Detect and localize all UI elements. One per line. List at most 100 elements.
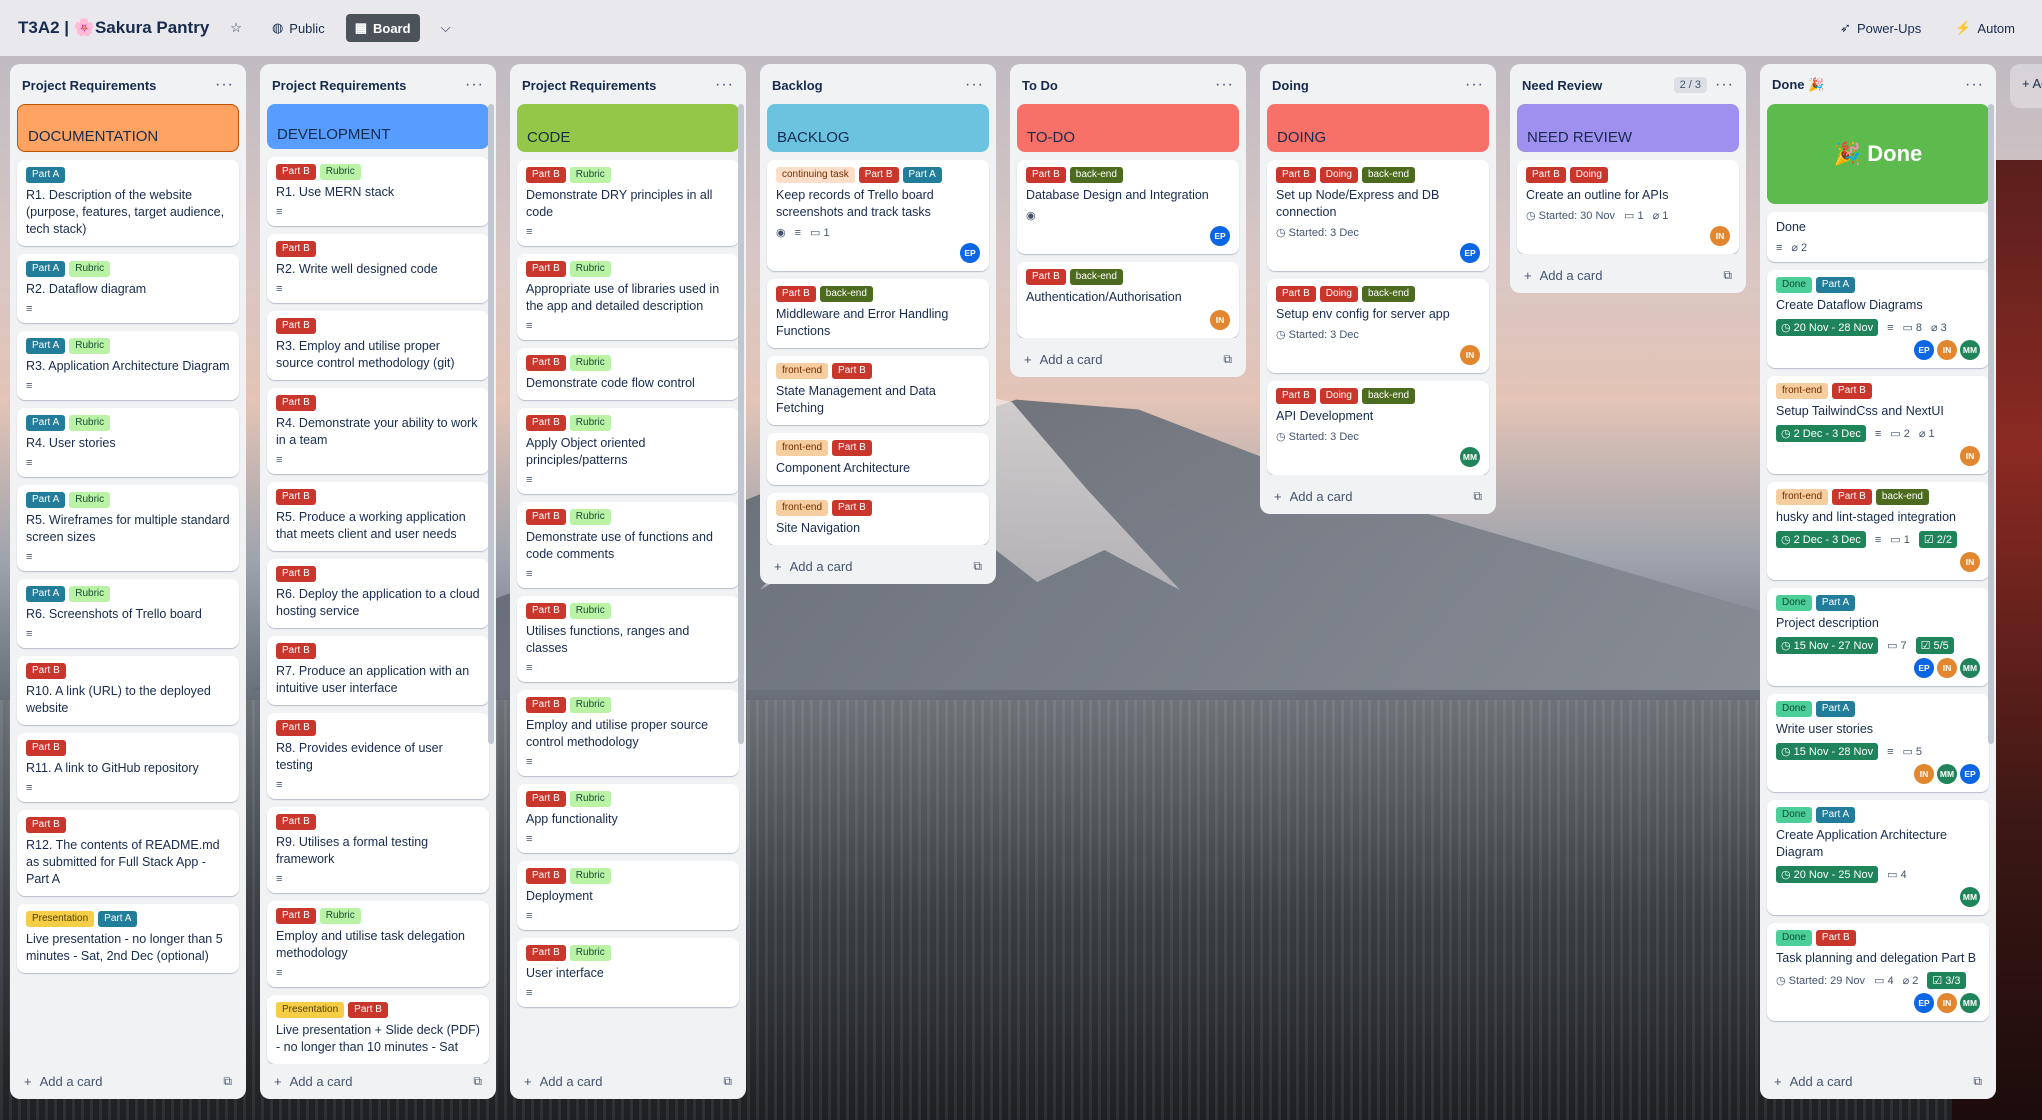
card-r2-dataflow-diagram[interactable]: Part A Rubric R2. Dataflow diagram ≡	[17, 254, 239, 323]
label-part-a[interactable]: Part A	[1815, 807, 1856, 823]
due-date-badge[interactable]: ◷ 2 Dec - 3 Dec	[1776, 531, 1866, 548]
avatar-in[interactable]: IN	[1960, 446, 1980, 466]
label-front-end[interactable]: front-end	[1776, 383, 1829, 399]
list-menu-icon[interactable]: ···	[1215, 76, 1234, 94]
avatar-ep[interactable]: EP	[1460, 243, 1480, 263]
label-part-b[interactable]: Part B	[276, 395, 316, 411]
label-part-b[interactable]: Part B	[1276, 286, 1316, 302]
list-title[interactable]: Done 🎉	[1772, 77, 1965, 93]
label-doing[interactable]: Doing	[1569, 167, 1608, 183]
card-live-presentation-no-longer-than-5-minut[interactable]: Presentation Part A Live presentation - no…	[17, 904, 239, 973]
label-back-end[interactable]: back-end	[1875, 489, 1929, 505]
card-deployment[interactable]: Part B Rubric Deployment ≡	[517, 861, 739, 930]
avatar-ep[interactable]: EP	[1914, 340, 1934, 360]
avatar-ep[interactable]: EP	[1914, 658, 1934, 678]
avatar-mm[interactable]: MM	[1960, 340, 1980, 360]
label-part-b[interactable]: Part B	[526, 355, 566, 371]
card-setup-env-config-for-server-app[interactable]: Part B Doing back-end Setup env config for …	[1267, 279, 1489, 373]
label-back-end[interactable]: back-end	[1361, 286, 1416, 302]
label-part-b[interactable]: Part B	[526, 945, 566, 961]
add-card-button[interactable]: + Add a card	[24, 1074, 223, 1089]
list-menu-icon[interactable]: ···	[1465, 76, 1484, 94]
due-date-badge[interactable]: ◷ 2 Dec - 3 Dec	[1776, 425, 1866, 442]
list-menu-icon[interactable]: ···	[715, 76, 734, 94]
label-part-a[interactable]: Part A	[902, 167, 942, 183]
card-component-architecture[interactable]: front-end Part B Component Architecture	[767, 433, 989, 485]
label-part-a[interactable]: Part A	[26, 167, 66, 183]
card-authentication-authorisation[interactable]: Part Bback-end Authentication/Authorisati…	[1017, 262, 1239, 338]
label-rubric[interactable]: Rubric	[69, 492, 111, 508]
card-write-user-stories[interactable]: Done Part A Write user stories ◷ 15 Nov - 28…	[1767, 694, 1989, 792]
card-demonstrate-dry-principles-in-all-code[interactable]: Part B Rubric Demonstrate DRY principles i…	[517, 160, 739, 246]
card-set-up-node-express-and-db-connection[interactable]: Part B Doing back-end Set up Node/Express a…	[1267, 160, 1489, 271]
list-menu-icon[interactable]: ···	[1965, 76, 1984, 94]
card-r6-deploy-the-application-to-a-cloud-hos[interactable]: Part B R6. Deploy the application to a cl…	[267, 559, 489, 628]
label-part-b[interactable]: Part B	[276, 643, 316, 659]
label-back-end[interactable]: back-end	[819, 286, 873, 302]
label-part-b[interactable]: Part B	[1026, 269, 1066, 285]
label-rubric[interactable]: Rubric	[319, 908, 361, 924]
avatar-mm[interactable]: MM	[1960, 887, 1980, 907]
card-state-management-and-data-fetching[interactable]: front-end Part B State Management and Data…	[767, 356, 989, 425]
template-icon[interactable]: ⧉	[223, 1074, 232, 1089]
label-part-b[interactable]: Part B	[526, 868, 566, 884]
due-date-badge[interactable]: ◷ 20 Nov - 25 Nov	[1776, 866, 1879, 883]
avatar-ep[interactable]: EP	[960, 243, 980, 263]
label-continuing-task[interactable]: continuing task	[776, 167, 855, 183]
card-setup-tailwindcss-and-nextui[interactable]: front-end Part B Setup TailwindCss and Nex…	[1767, 376, 1989, 474]
list-menu-icon[interactable]: ···	[1715, 76, 1734, 94]
cover-card[interactable]: BACKLOG	[767, 104, 989, 152]
cover-card[interactable]: CODE	[517, 104, 739, 152]
label-part-b[interactable]: Part B	[526, 261, 566, 277]
list-title[interactable]: Project Requirements	[22, 78, 215, 93]
card-site-navigation[interactable]: front-end Part B Site Navigation	[767, 493, 989, 545]
label-rubric[interactable]: Rubric	[569, 509, 611, 525]
label-rubric[interactable]: Rubric	[69, 586, 111, 602]
label-rubric[interactable]: Rubric	[569, 791, 611, 807]
list-title[interactable]: Need Review	[1522, 78, 1674, 93]
list-scrollbar[interactable]	[738, 104, 744, 744]
card-project-description[interactable]: Done Part A Project description ◷ 15 Nov - 2…	[1767, 588, 1989, 686]
cover-card[interactable]: NEED REVIEW	[1517, 104, 1739, 152]
label-rubric[interactable]: Rubric	[569, 261, 611, 277]
template-icon[interactable]: ⧉	[473, 1074, 482, 1089]
label-front-end[interactable]: front-end	[776, 500, 829, 516]
label-part-b[interactable]: Part B	[276, 241, 316, 257]
label-part-b[interactable]: Part B	[526, 167, 566, 183]
template-icon[interactable]: ⧉	[1473, 489, 1482, 504]
template-icon[interactable]: ⧉	[1223, 352, 1232, 367]
label-part-a[interactable]: Part A	[26, 338, 66, 354]
label-part-b[interactable]: Part B	[1526, 167, 1566, 183]
avatar-in[interactable]: IN	[1210, 310, 1230, 330]
list-title[interactable]: Project Requirements	[522, 78, 715, 93]
card-r3-employ-and-utilise-proper-source-cont[interactable]: Part B R3. Employ and utilise proper sour…	[267, 311, 489, 380]
label-part-b[interactable]: Part B	[526, 791, 566, 807]
label-done[interactable]: Done	[1776, 701, 1812, 717]
cover-card[interactable]: DOING	[1267, 104, 1489, 152]
avatar-ep[interactable]: EP	[1210, 226, 1230, 246]
label-part-b[interactable]: Part B	[1276, 388, 1316, 404]
card-api-development[interactable]: Part B Doing back-end API Development ◷ Start…	[1267, 381, 1489, 475]
label-part-b[interactable]: Part B	[1832, 383, 1872, 399]
list-menu-icon[interactable]: ···	[215, 76, 234, 94]
label-done[interactable]: Done	[1776, 277, 1812, 293]
label-rubric[interactable]: Rubric	[569, 415, 611, 431]
card-husky-and-lint-staged-integration[interactable]: front-end Part Bback-end husky and lint-st…	[1767, 482, 1989, 580]
card-r4-user-stories[interactable]: Part A Rubric R4. User stories ≡	[17, 408, 239, 477]
card-r3-application-architecture-diagram[interactable]: Part A Rubric R3. Application Architecture…	[17, 331, 239, 400]
card-r7-produce-an-application-with-an-intuit[interactable]: Part B R7. Produce an application with an…	[267, 636, 489, 705]
label-part-b[interactable]: Part B	[858, 167, 899, 183]
add-card-button[interactable]: + Add a card	[274, 1074, 473, 1089]
label-part-b[interactable]: Part B	[526, 697, 566, 713]
add-card-button[interactable]: + Add a card	[1024, 352, 1223, 367]
list-title[interactable]: Backlog	[772, 78, 965, 93]
card-employ-and-utilise-task-delegation-metho[interactable]: Part B Rubric Employ and utilise task dele…	[267, 901, 489, 987]
template-icon[interactable]: ⧉	[973, 559, 982, 574]
card-r6-screenshots-of-trello-board[interactable]: Part A Rubric R6. Screenshots of Trello bo…	[17, 579, 239, 648]
label-part-b[interactable]: Part B	[26, 817, 66, 833]
list-menu-icon[interactable]: ···	[465, 76, 484, 94]
add-card-button[interactable]: + Add a card	[1524, 268, 1723, 283]
label-part-a[interactable]: Part A	[26, 261, 66, 277]
label-part-b[interactable]: Part B	[526, 603, 566, 619]
add-card-button[interactable]: + Add a card	[1274, 489, 1473, 504]
